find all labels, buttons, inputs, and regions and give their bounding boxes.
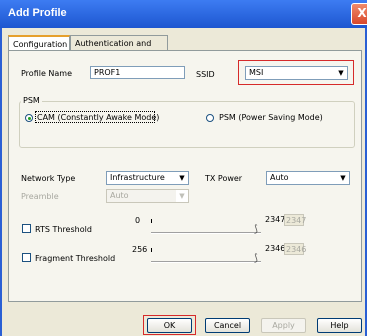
rts-slider-track[interactable] <box>151 232 261 234</box>
rts-threshold-input[interactable]: 2347 <box>284 214 306 226</box>
radio-psm[interactable] <box>206 114 214 122</box>
cancel-button[interactable]: Cancel <box>205 318 250 333</box>
chevron-down-icon: ▼ <box>176 190 188 202</box>
chevron-down-icon[interactable]: ▼ <box>176 172 188 184</box>
network-type-label: Network Type <box>21 174 76 183</box>
ssid-select[interactable]: MSI ▼ <box>245 66 348 80</box>
fragment-slider-track[interactable] <box>151 261 261 263</box>
psm-option-label[interactable]: PSM (Power Saving Mode) <box>219 113 323 122</box>
radio-cam[interactable] <box>25 114 33 122</box>
close-icon[interactable]: X <box>351 3 367 25</box>
fragment-threshold-input[interactable]: 2346 <box>284 243 306 255</box>
chevron-down-icon[interactable]: ▼ <box>337 172 349 184</box>
fragment-min-label: 256 <box>132 245 148 254</box>
fragment-threshold-checkbox[interactable] <box>22 253 31 262</box>
cam-option-label[interactable]: CAM (Constantly Awake Mode) <box>37 113 159 122</box>
rts-slider-tick <box>151 219 152 223</box>
preamble-label: Preamble <box>21 192 59 201</box>
title-bar[interactable]: Add Profile X <box>0 0 367 28</box>
tab-authentication-and-security[interactable]: Authentication and Security <box>70 35 168 63</box>
add-profile-dialog: Add Profile X Configuration Authenticati… <box>0 0 367 336</box>
rts-threshold-checkbox[interactable] <box>22 224 31 233</box>
chevron-down-icon[interactable]: ▼ <box>335 67 347 79</box>
ok-button[interactable]: OK <box>147 318 192 333</box>
tx-power-select[interactable]: Auto ▼ <box>266 171 350 185</box>
rts-slider-thumb-icon[interactable]: ⟆ <box>254 224 258 235</box>
fragment-slider-tick <box>151 248 152 252</box>
fragment-threshold-label: Fragment Threshold <box>35 254 116 263</box>
fragment-slider-thumb-icon[interactable]: ⟆ <box>254 253 258 264</box>
rts-threshold-label: RTS Threshold <box>35 225 92 234</box>
psm-group <box>19 101 355 148</box>
tx-power-label: TX Power <box>205 174 243 183</box>
profile-name-label: Profile Name <box>21 69 73 78</box>
ssid-label: SSID <box>196 70 215 79</box>
dialog-client: Configuration Authentication and Securit… <box>2 28 365 336</box>
window-title: Add Profile <box>8 7 67 19</box>
help-button[interactable]: Help <box>317 318 362 333</box>
tab-configuration[interactable]: Configuration <box>8 35 70 51</box>
ssid-value: MSI <box>249 68 264 77</box>
apply-button[interactable]: Apply <box>261 318 306 333</box>
rts-min-label: 0 <box>135 216 141 225</box>
network-type-select[interactable]: Infrastructure ▼ <box>106 171 189 185</box>
preamble-select[interactable]: Auto ▼ <box>106 189 189 203</box>
preamble-value: Auto <box>110 191 129 200</box>
tx-power-value: Auto <box>270 173 289 182</box>
psm-group-label: PSM <box>21 96 42 105</box>
network-type-value: Infrastructure <box>110 173 165 182</box>
profile-name-input[interactable]: PROF1 <box>90 66 185 79</box>
fragment-max-label: 2346 <box>265 244 286 253</box>
rts-max-label: 2347 <box>265 215 286 224</box>
configuration-panel: Profile Name PROF1 SSID MSI ▼ PSM CAM (C… <box>8 50 362 302</box>
